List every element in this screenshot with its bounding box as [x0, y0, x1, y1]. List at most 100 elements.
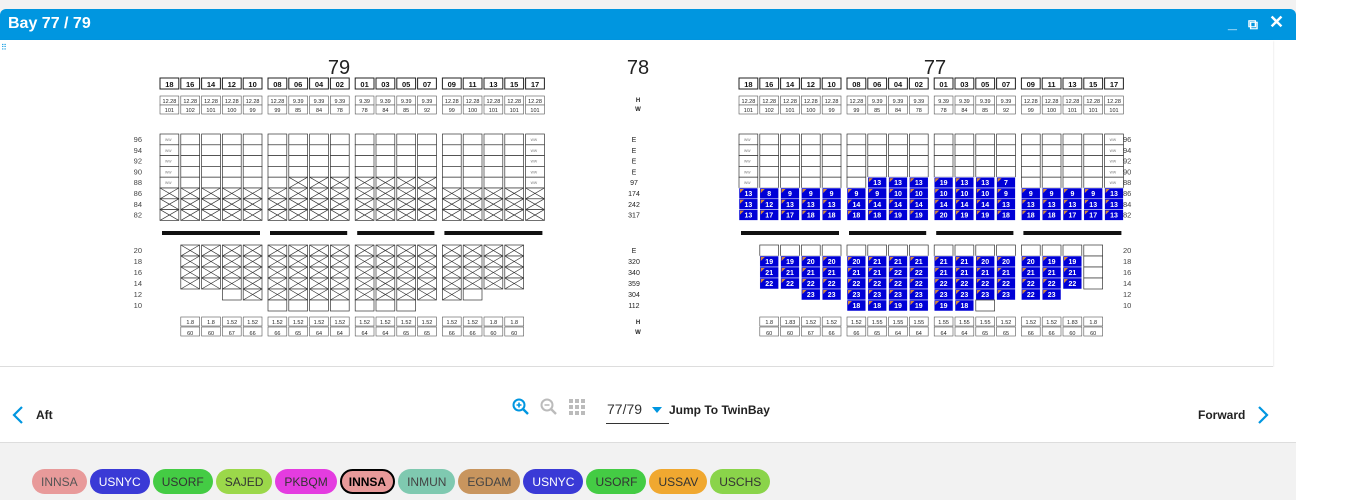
- deck-slot[interactable]: [442, 155, 462, 167]
- deck-slot[interactable]: [504, 144, 524, 156]
- deck-slot[interactable]: [504, 176, 524, 189]
- hold-slot[interactable]: [442, 266, 462, 279]
- hold-slot[interactable]: [483, 255, 504, 268]
- deck-slot[interactable]: [846, 155, 867, 167]
- deck-slot[interactable]: 20: [933, 209, 954, 221]
- deck-slot[interactable]: [242, 155, 263, 167]
- deck-slot[interactable]: ww: [525, 144, 545, 156]
- deck-slot[interactable]: [159, 209, 180, 221]
- deck-slot[interactable]: ww: [525, 133, 545, 146]
- deck-slot[interactable]: [442, 176, 462, 189]
- deck-slot[interactable]: [821, 133, 842, 146]
- hold-slot[interactable]: 18: [846, 299, 867, 312]
- deck-slot[interactable]: 14: [975, 198, 995, 210]
- deck-slot[interactable]: [462, 133, 483, 146]
- port-chip-innsa[interactable]: INNSA: [32, 469, 87, 494]
- deck-slot[interactable]: ww: [738, 166, 759, 178]
- deck-slot[interactable]: [330, 176, 350, 189]
- deck-slot[interactable]: [180, 198, 200, 210]
- hold-slot[interactable]: [821, 244, 842, 257]
- hold-slot[interactable]: 22: [975, 277, 995, 290]
- deck-slot[interactable]: 9: [996, 187, 1016, 200]
- deck-slot[interactable]: [354, 176, 375, 189]
- deck-slot[interactable]: [309, 209, 329, 221]
- hold-slot[interactable]: 19: [888, 299, 908, 312]
- deck-slot[interactable]: [267, 133, 288, 146]
- deck-slot[interactable]: [525, 198, 545, 210]
- hold-slot[interactable]: [288, 255, 308, 268]
- deck-slot[interactable]: ww: [1104, 144, 1124, 156]
- deck-slot[interactable]: [330, 144, 350, 156]
- port-chip-ussav[interactable]: USSAV: [649, 469, 708, 494]
- deck-slot[interactable]: [330, 166, 350, 178]
- deck-slot[interactable]: [1041, 144, 1062, 156]
- deck-slot[interactable]: [201, 187, 221, 200]
- hold-slot[interactable]: 22: [909, 266, 929, 279]
- deck-slot[interactable]: [462, 176, 483, 189]
- deck-slot[interactable]: [1041, 166, 1062, 178]
- hold-slot[interactable]: [417, 288, 437, 301]
- deck-slot[interactable]: 9: [801, 187, 821, 200]
- deck-slot[interactable]: [417, 198, 437, 210]
- deck-slot[interactable]: ww: [738, 155, 759, 167]
- deck-slot[interactable]: [801, 155, 821, 167]
- deck-slot[interactable]: [996, 133, 1016, 146]
- deck-slot[interactable]: [309, 187, 329, 200]
- hold-slot[interactable]: [354, 299, 375, 312]
- hold-slot[interactable]: [375, 277, 396, 290]
- deck-slot[interactable]: [821, 166, 842, 178]
- deck-slot[interactable]: [909, 155, 929, 167]
- deck-slot[interactable]: [462, 155, 483, 167]
- hold-slot[interactable]: 21: [933, 255, 954, 268]
- deck-slot[interactable]: [417, 187, 437, 200]
- deck-slot[interactable]: 10: [954, 187, 975, 200]
- hold-slot[interactable]: [242, 277, 263, 290]
- deck-slot[interactable]: [1083, 133, 1103, 146]
- hold-slot[interactable]: 22: [954, 277, 975, 290]
- hold-slot[interactable]: [180, 277, 200, 290]
- deck-slot[interactable]: [821, 176, 842, 189]
- deck-slot[interactable]: 19: [933, 176, 954, 189]
- hold-slot[interactable]: 21: [780, 266, 800, 279]
- deck-slot[interactable]: [442, 166, 462, 178]
- deck-slot[interactable]: [180, 166, 200, 178]
- hold-slot[interactable]: 21: [996, 266, 1016, 279]
- hold-slot[interactable]: [417, 255, 437, 268]
- deck-slot[interactable]: [180, 144, 200, 156]
- deck-slot[interactable]: [1083, 155, 1103, 167]
- hold-slot[interactable]: 23: [975, 288, 995, 301]
- hold-slot[interactable]: [975, 299, 995, 312]
- deck-slot[interactable]: [288, 144, 308, 156]
- hold-slot[interactable]: [375, 266, 396, 279]
- deck-slot[interactable]: [180, 176, 200, 189]
- deck-slot[interactable]: [396, 166, 416, 178]
- hold-slot[interactable]: [846, 244, 867, 257]
- deck-slot[interactable]: 13: [1104, 198, 1124, 210]
- deck-slot[interactable]: [288, 133, 308, 146]
- hold-slot[interactable]: [462, 277, 483, 290]
- port-chip-usnyc[interactable]: USNYC: [523, 469, 584, 494]
- deck-slot[interactable]: [396, 176, 416, 189]
- hold-slot[interactable]: 22: [1041, 277, 1062, 290]
- deck-slot[interactable]: [504, 133, 524, 146]
- hold-slot[interactable]: [267, 299, 288, 312]
- hold-slot[interactable]: [417, 266, 437, 279]
- deck-slot[interactable]: [759, 144, 779, 156]
- deck-slot[interactable]: 9: [867, 187, 887, 200]
- deck-slot[interactable]: [375, 198, 396, 210]
- hold-slot[interactable]: [462, 255, 483, 268]
- deck-slot[interactable]: [888, 166, 908, 178]
- hold-slot[interactable]: 18: [867, 299, 887, 312]
- hold-slot[interactable]: [288, 288, 308, 301]
- hold-slot[interactable]: 21: [867, 255, 887, 268]
- hold-slot[interactable]: [330, 266, 350, 279]
- deck-slot[interactable]: 8: [759, 187, 779, 200]
- deck-slot[interactable]: [1021, 176, 1041, 189]
- deck-slot[interactable]: [375, 166, 396, 178]
- deck-slot[interactable]: [1021, 166, 1041, 178]
- hold-slot[interactable]: [1083, 266, 1103, 279]
- hold-slot[interactable]: [222, 266, 242, 279]
- restore-icon[interactable]: ⧉: [1248, 16, 1258, 33]
- deck-slot[interactable]: [396, 198, 416, 210]
- hold-slot[interactable]: [504, 244, 524, 257]
